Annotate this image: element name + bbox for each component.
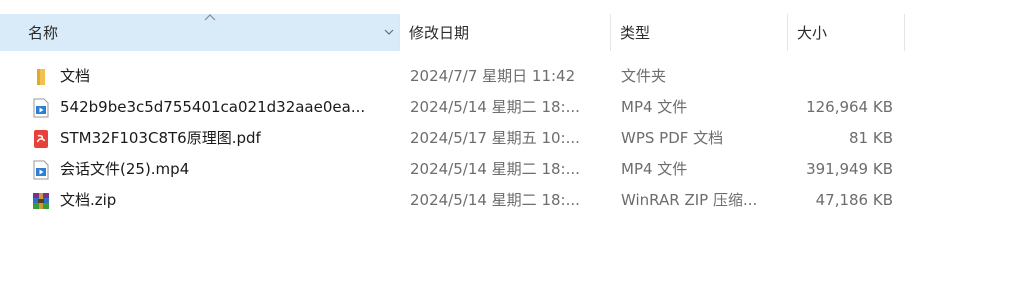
file-date: 2024/5/14 星期二 18:...: [410, 191, 580, 209]
column-header-type-label: 类型: [620, 24, 651, 42]
pdf-file-icon: [31, 129, 51, 149]
column-separator[interactable]: [904, 14, 905, 51]
column-header-bar: 名称 修改日期 类型 大小: [0, 14, 1024, 51]
file-name: 542b9be3c5d755401ca021d32aae0ea...: [60, 98, 366, 116]
file-list: 文档 2024/7/7 星期日 11:42 文件夹 542b9be3c5d755…: [0, 61, 1024, 216]
file-date: 2024/5/17 星期五 10:...: [410, 129, 580, 147]
file-name: STM32F103C8T6原理图.pdf: [60, 129, 261, 147]
file-type: MP4 文件: [621, 160, 688, 178]
file-name: 文档: [60, 67, 91, 85]
column-header-size[interactable]: 大小: [788, 14, 905, 51]
column-header-type[interactable]: 类型: [611, 14, 788, 51]
file-row[interactable]: 542b9be3c5d755401ca021d32aae0ea... 2024/…: [0, 92, 1024, 123]
file-date: 2024/5/14 星期二 18:...: [410, 160, 580, 178]
file-explorer-list: 名称 修改日期 类型 大小 文档 2024/7/7 星期日 11:42 文件夹 …: [0, 0, 1024, 284]
winrar-archive-icon: [31, 191, 51, 211]
folder-icon: [31, 67, 51, 87]
file-row[interactable]: 文档.zip 2024/5/14 星期二 18:... WinRAR ZIP 压…: [0, 185, 1024, 216]
column-header-size-label: 大小: [797, 24, 828, 42]
column-header-name[interactable]: 名称: [0, 14, 400, 51]
file-row[interactable]: 会话文件(25).mp4 2024/5/14 星期二 18:... MP4 文件…: [0, 154, 1024, 185]
video-file-icon: [31, 160, 51, 180]
file-size: 391,949 KB: [806, 160, 893, 178]
column-header-name-label: 名称: [28, 24, 59, 42]
video-file-icon: [31, 98, 51, 118]
file-type: WPS PDF 文档: [621, 129, 724, 147]
column-header-date-label: 修改日期: [409, 24, 470, 42]
file-name: 会话文件(25).mp4: [60, 160, 190, 178]
column-header-date[interactable]: 修改日期: [400, 14, 611, 51]
file-type: WinRAR ZIP 压缩...: [621, 191, 758, 209]
file-row[interactable]: STM32F103C8T6原理图.pdf 2024/5/17 星期五 10:..…: [0, 123, 1024, 154]
file-size: 47,186 KB: [815, 191, 893, 209]
file-date: 2024/5/14 星期二 18:...: [410, 98, 580, 116]
file-size: [790, 61, 893, 92]
file-type: MP4 文件: [621, 98, 688, 116]
file-size: 126,964 KB: [806, 98, 893, 116]
file-size: 81 KB: [849, 129, 893, 147]
file-row[interactable]: 文档 2024/7/7 星期日 11:42 文件夹: [0, 61, 1024, 92]
file-type: 文件夹: [621, 67, 667, 85]
file-date: 2024/7/7 星期日 11:42: [410, 67, 576, 85]
file-name: 文档.zip: [60, 191, 117, 209]
sort-ascending-icon: [204, 14, 216, 21]
chevron-down-icon[interactable]: [382, 26, 396, 38]
